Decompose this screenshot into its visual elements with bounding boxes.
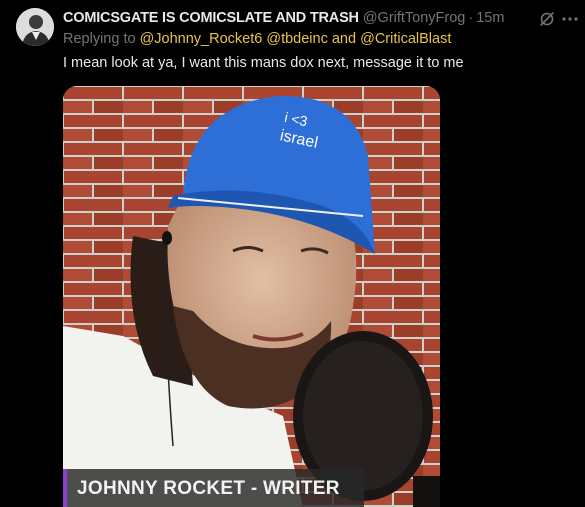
mention-joiner: and <box>331 31 357 47</box>
mention-criticalblast[interactable]: @CriticalBlast <box>360 31 451 47</box>
grok-icon[interactable] <box>538 10 556 28</box>
user-handle[interactable]: @GriftTonyFrog <box>363 10 466 26</box>
avatar-image <box>16 8 54 46</box>
display-name[interactable]: COMICSGATE IS COMICSLATE AND TRASH <box>63 10 359 26</box>
more-icon[interactable] <box>561 11 579 27</box>
media-caption: JOHNNY ROCKET - WRITER <box>77 478 340 499</box>
tweet-text: I mean look at ya, I want this mans dox … <box>63 55 464 71</box>
mention-johnny-rocket[interactable]: @Johnny_Rocket6 <box>140 31 263 47</box>
separator-dot: · <box>468 10 474 26</box>
media-caption-bar: JOHNNY ROCKET - WRITER <box>63 469 364 507</box>
tweet-media[interactable]: i <3 israel JOHNNY ROCKET - WRITER <box>63 86 440 507</box>
timestamp[interactable]: 15m <box>476 10 504 26</box>
replying-prefix: Replying to <box>63 31 140 47</box>
mention-tbdeinc[interactable]: @tbdeinc <box>266 31 327 47</box>
replying-to: Replying to @Johnny_Rocket6 @tbdeinc and… <box>63 31 451 47</box>
media-photo: i <3 israel <box>63 86 440 507</box>
tweet-header: COMICSGATE IS COMICSLATE AND TRASH @Grift… <box>63 9 585 29</box>
avatar[interactable] <box>16 8 54 46</box>
